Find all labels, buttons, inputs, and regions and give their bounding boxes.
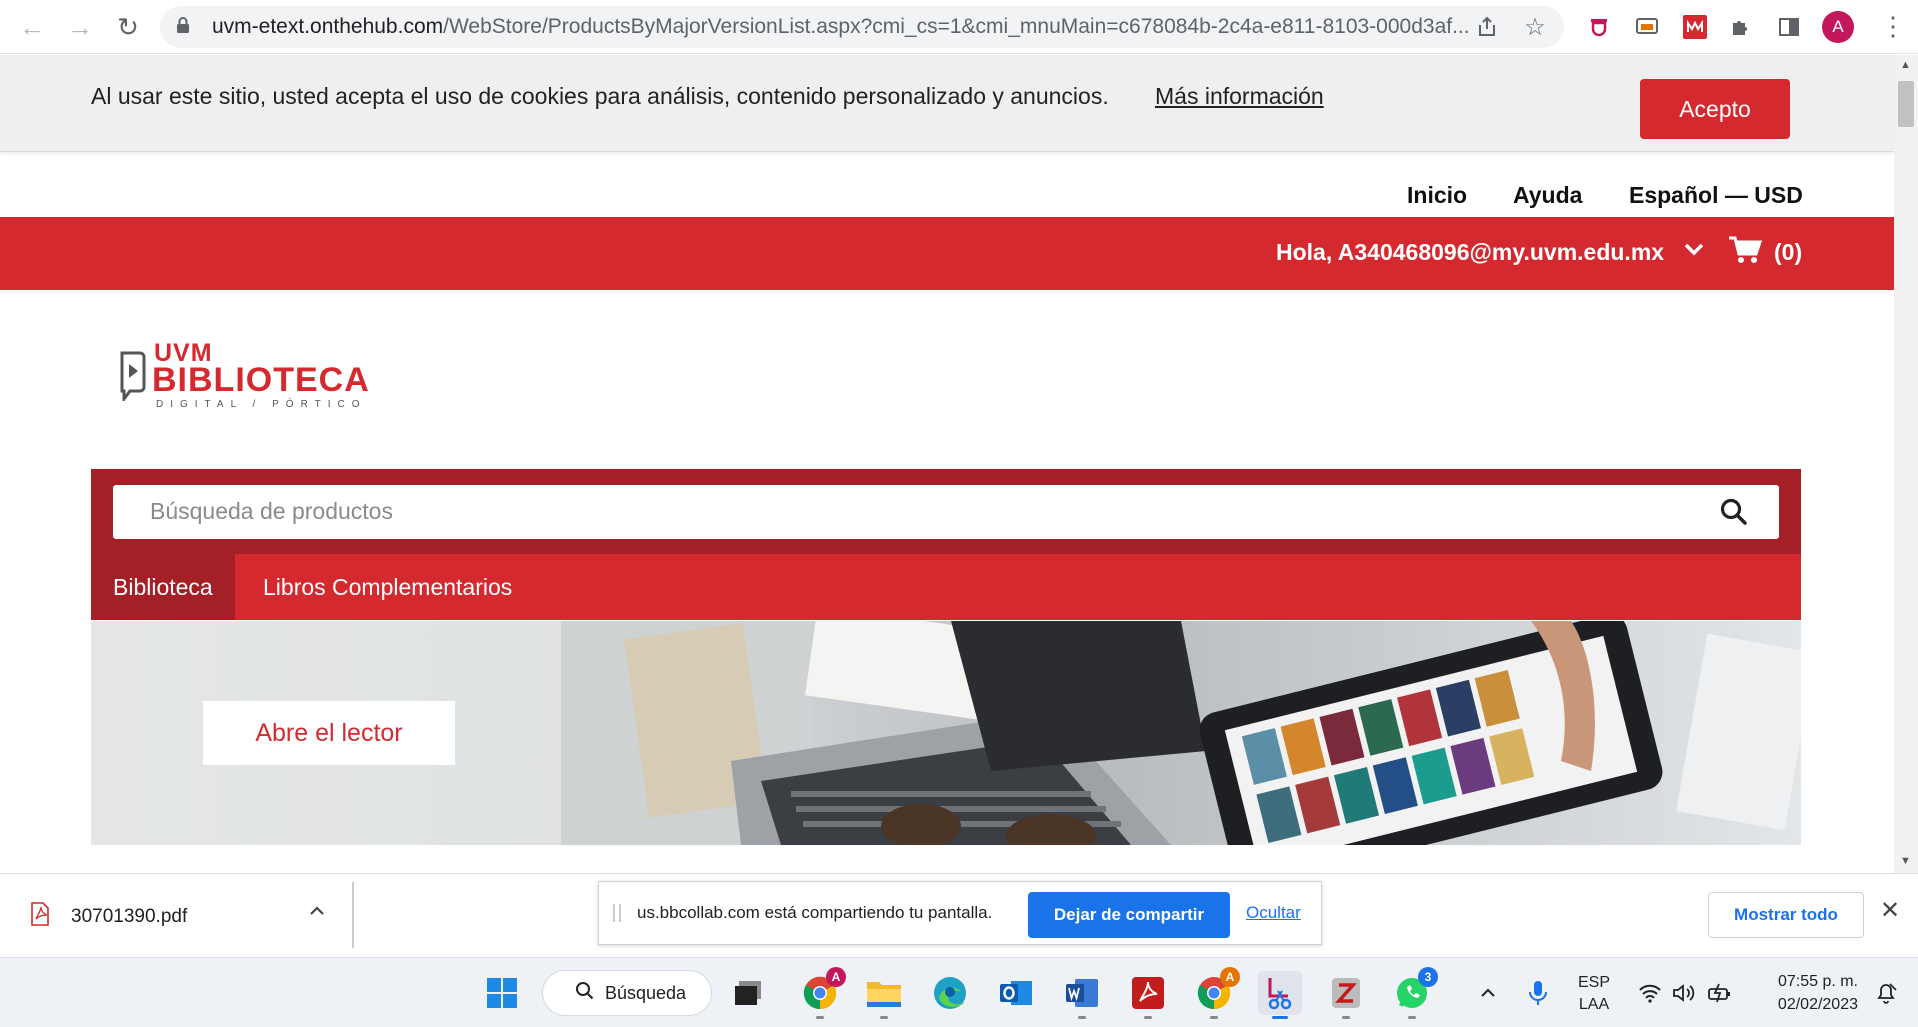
more-info-link[interactable]: Más información xyxy=(1155,83,1324,110)
url-host: uvm-etext.onthehub.com xyxy=(212,15,444,38)
back-arrow-icon[interactable]: ← xyxy=(8,0,56,54)
cast-extension-icon[interactable] xyxy=(1632,12,1662,42)
word-icon[interactable] xyxy=(1060,971,1104,1015)
share-page-icon[interactable] xyxy=(1472,12,1502,42)
drag-handle-icon[interactable] xyxy=(613,904,621,922)
uvm-biblioteca-logo[interactable]: UVM BIBLIOTECA DIGITAL / PÓRTICO xyxy=(118,339,378,415)
running-indicator xyxy=(1210,1016,1218,1019)
show-all-downloads-button[interactable]: Mostrar todo xyxy=(1708,892,1864,938)
edge-browser-icon[interactable] xyxy=(928,971,972,1015)
active-indicator xyxy=(1272,1016,1288,1019)
running-indicator xyxy=(1408,1016,1416,1019)
url-text[interactable]: uvm-etext.onthehub.com/WebStore/Products… xyxy=(212,15,1492,39)
logo-line-biblioteca: BIBLIOTECA xyxy=(152,361,370,399)
user-greeting[interactable]: Hola, A340468096@my.uvm.edu.mx xyxy=(1276,239,1664,266)
download-file-name[interactable]: 30701390.pdf xyxy=(71,906,187,928)
lang-line-2: LAA xyxy=(1578,996,1610,1013)
chrome-profile-badge: A xyxy=(1220,967,1240,987)
bookmark-star-icon[interactable]: ☆ xyxy=(1520,12,1550,42)
chevron-up-icon[interactable] xyxy=(308,902,326,926)
hero-banner: Abre el lector xyxy=(91,621,1801,845)
lock-icon[interactable] xyxy=(176,16,212,39)
tab-libros-complementarios[interactable]: Libros Complementarios xyxy=(263,554,512,620)
address-bar[interactable]: uvm-etext.onthehub.com/WebStore/Products… xyxy=(160,6,1564,48)
whatsapp-badge: 3 xyxy=(1418,967,1438,987)
search-icon xyxy=(575,981,595,1006)
chevron-down-icon[interactable] xyxy=(1682,237,1706,268)
search-icon[interactable] xyxy=(1719,497,1749,532)
nav-locale-link[interactable]: Español — USD xyxy=(1629,182,1803,209)
outlook-icon[interactable] xyxy=(994,971,1038,1015)
search-placeholder: Búsqueda de productos xyxy=(150,498,393,524)
sidepanel-icon[interactable] xyxy=(1774,12,1804,42)
input-language-indicator[interactable]: ESP LAA xyxy=(1578,972,1610,1016)
pdf-file-icon xyxy=(30,902,50,931)
nav-home-link[interactable]: Inicio xyxy=(1407,182,1467,209)
snipping-tool-icon[interactable] xyxy=(1258,971,1302,1015)
microphone-icon[interactable] xyxy=(1516,971,1560,1015)
browser-menu-icon[interactable]: ⋮ xyxy=(1880,11,1906,41)
windows-start-icon[interactable] xyxy=(480,971,524,1015)
category-tabs: Biblioteca Libros Complementarios xyxy=(91,554,1801,620)
open-reader-button[interactable]: Abre el lector xyxy=(203,701,455,765)
whatsapp-icon[interactable]: 3 xyxy=(1390,967,1438,1015)
page-scrollbar[interactable]: ▲ ▼ xyxy=(1894,55,1918,873)
scroll-down-arrow-icon[interactable]: ▼ xyxy=(1900,855,1911,867)
cookie-text: Al usar este sitio, usted acepta el uso … xyxy=(91,83,1109,109)
acrobat-icon[interactable] xyxy=(1126,971,1170,1015)
shield-extension-icon[interactable] xyxy=(1584,12,1614,42)
scroll-up-arrow-icon[interactable]: ▲ xyxy=(1900,59,1911,71)
taskbar-search[interactable]: Búsqueda xyxy=(542,970,712,1016)
search-section: Búsqueda de productos Biblioteca Libros … xyxy=(91,469,1801,620)
forward-arrow-icon[interactable]: → xyxy=(56,0,104,54)
running-indicator xyxy=(1342,1016,1350,1019)
browser-toolbar: ← → ↻ uvm-etext.onthehub.com/WebStore/Pr… xyxy=(0,0,1918,54)
clock-time: 07:55 p. m. xyxy=(1777,973,1858,990)
notification-bell-icon[interactable] xyxy=(1864,971,1908,1015)
account-bar: Hola, A340468096@my.uvm.edu.mx (0) xyxy=(0,217,1894,290)
shopping-cart-icon[interactable] xyxy=(1728,235,1763,270)
zotero-icon[interactable] xyxy=(1324,971,1368,1015)
product-search-input[interactable]: Búsqueda de productos xyxy=(113,485,1779,539)
running-indicator xyxy=(880,1016,888,1019)
battery-charging-icon[interactable] xyxy=(1698,971,1742,1015)
accept-cookies-button[interactable]: Acepto xyxy=(1640,79,1790,139)
logo-line-subtitle: DIGITAL / PÓRTICO xyxy=(156,399,367,410)
chrome-profile-badge: A xyxy=(826,967,846,987)
search-area: Búsqueda de productos xyxy=(91,469,1801,554)
close-icon[interactable]: ✕ xyxy=(1880,896,1900,925)
taskbar-search-label: Búsqueda xyxy=(605,982,687,1003)
puzzle-extension-icon[interactable] xyxy=(1726,12,1756,42)
download-bar-divider xyxy=(352,882,354,948)
profile-avatar[interactable]: A xyxy=(1822,11,1854,43)
url-path: /WebStore/ProductsByMajorVersionList.asp… xyxy=(443,15,1470,38)
chrome-profile-icon[interactable]: A xyxy=(798,967,846,1015)
task-view-icon[interactable] xyxy=(726,971,770,1015)
cart-count[interactable]: (0) xyxy=(1774,239,1802,266)
chrome-icon[interactable]: A xyxy=(1192,967,1240,1015)
download-bar: 30701390.pdf us.bbcollab.com está compar… xyxy=(0,873,1918,957)
stop-sharing-button[interactable]: Dejar de compartir xyxy=(1028,892,1230,938)
share-status-text: us.bbcollab.com está compartiendo tu pan… xyxy=(637,903,993,922)
hide-share-link[interactable]: Ocultar xyxy=(1246,903,1301,923)
file-explorer-icon[interactable] xyxy=(862,971,906,1015)
cookie-banner: Al usar este sitio, usted acepta el uso … xyxy=(0,55,1894,152)
system-clock[interactable]: 07:55 p. m. 02/02/2023 xyxy=(1756,970,1858,1016)
nav-help-link[interactable]: Ayuda xyxy=(1513,182,1582,209)
running-indicator xyxy=(816,1016,824,1019)
grid-extension-icon[interactable] xyxy=(1680,12,1710,42)
book-play-icon xyxy=(120,351,146,401)
lang-line-1: ESP xyxy=(1578,974,1611,991)
windows-taskbar: Búsqueda A A 3 ESP LAA 07:55 p. m. 02/02… xyxy=(0,957,1918,1027)
clock-date: 02/02/2023 xyxy=(1777,996,1858,1013)
running-indicator xyxy=(1144,1016,1152,1019)
tab-biblioteca[interactable]: Biblioteca xyxy=(91,554,235,620)
reload-icon[interactable]: ↻ xyxy=(104,0,152,54)
running-indicator xyxy=(1078,1016,1086,1019)
page-viewport: Al usar este sitio, usted acepta el uso … xyxy=(0,55,1894,873)
scrollbar-thumb[interactable] xyxy=(1898,81,1914,127)
chevron-up-icon[interactable] xyxy=(1466,971,1510,1015)
screen-share-banner: us.bbcollab.com está compartiendo tu pan… xyxy=(598,881,1322,945)
